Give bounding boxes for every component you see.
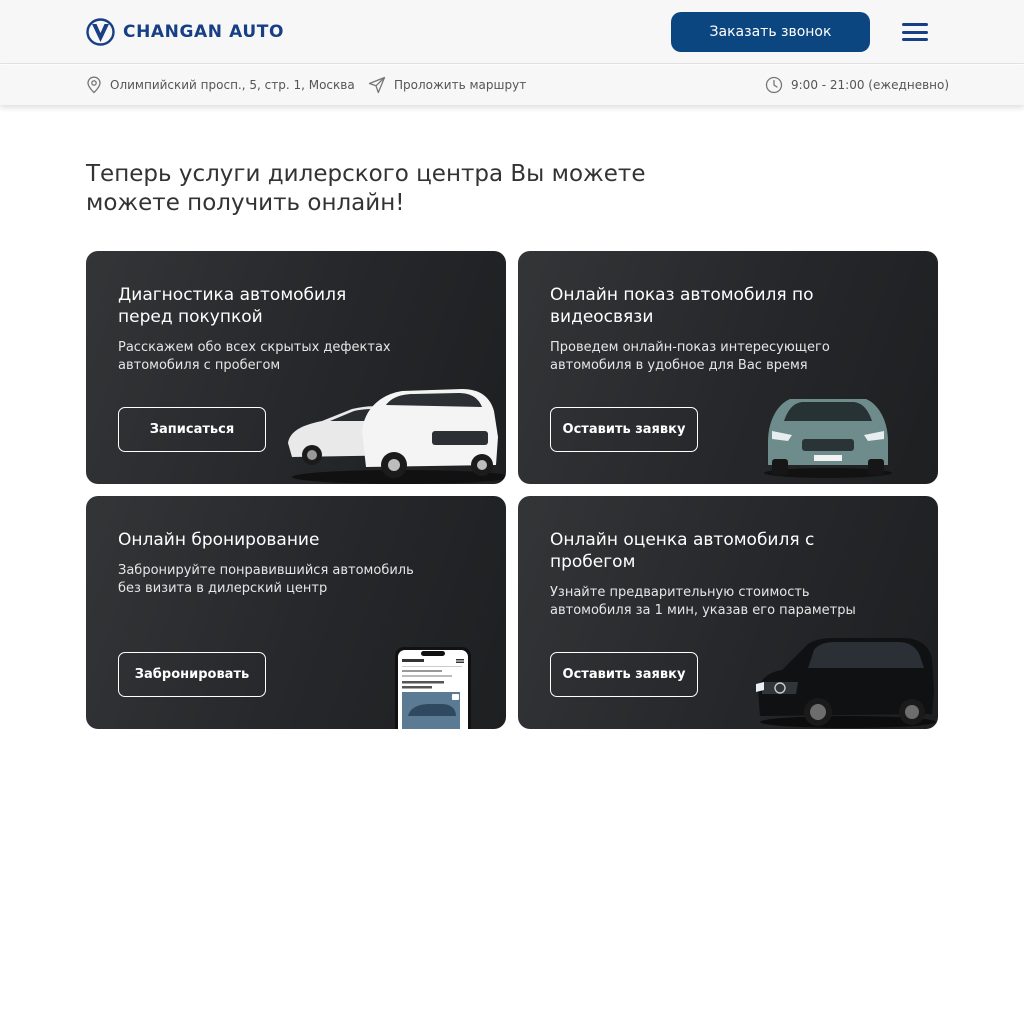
card-title: Онлайн оценка автомобиля с пробегом [550, 529, 850, 573]
hours-text: 9:00 - 21:00 (ежедневно) [791, 78, 950, 92]
contact-bar: Олимпийский просп., 5, стр. 1, Москва Пр… [0, 65, 1024, 105]
card-title: Онлайн показ автомобиля по видеосвязи [550, 284, 850, 328]
clock-icon [765, 76, 783, 94]
card-title-line: перед покупкой [118, 307, 263, 327]
card-desc-line: Расскажем обо всех скрытых дефектах [118, 340, 391, 355]
book-button[interactable]: Забронировать [118, 652, 266, 697]
card-description: Проведем онлайн-показ интересующего авто… [550, 339, 880, 375]
card-title-line: пробегом [550, 552, 636, 572]
route-text[interactable]: Проложить маршрут [394, 78, 526, 92]
service-card-booking: Онлайн бронирование Забронируйте понрави… [86, 496, 506, 729]
changan-emblem-icon [86, 18, 115, 46]
headline-line-2: можете получить онлайн! [86, 190, 405, 216]
page-headline: Теперь услуги дилерского центра Вы может… [86, 160, 686, 218]
card-title-line: видеосвязи [550, 307, 654, 327]
card-title-line: Онлайн бронирование [118, 530, 320, 550]
order-call-button[interactable]: Заказать звонок [671, 12, 870, 52]
card-desc-line: автомобиля с пробегом [118, 358, 281, 373]
card-desc-line: без визита в дилерский центр [118, 581, 328, 596]
card-title-line: Онлайн оценка автомобиля с [550, 530, 815, 550]
card-description: Забронируйте понравившийся автомобиль бе… [118, 562, 448, 598]
leave-request-button[interactable]: Оставить заявку [550, 652, 698, 697]
send-arrow-icon [368, 76, 386, 94]
top-header: CHANGAN AUTO Заказать звонок [0, 0, 1024, 64]
changan-logo[interactable]: CHANGAN AUTO [86, 18, 284, 46]
suv-teal-image [764, 399, 892, 478]
card-desc-line: Забронируйте понравившийся автомобиль [118, 563, 414, 578]
service-card-diagnostics: Диагностика автомобиля перед покупкой Ра… [86, 251, 506, 484]
card-title-line: Онлайн показ автомобиля по [550, 285, 814, 305]
card-title-line: Диагностика автомобиля [118, 285, 347, 305]
card-title: Диагностика автомобиля перед покупкой [118, 284, 418, 328]
leave-request-button[interactable]: Оставить заявку [550, 407, 698, 452]
address-item: Олимпийский просп., 5, стр. 1, Москва [86, 76, 355, 94]
service-card-valuation: Онлайн оценка автомобиля с пробегом Узна… [518, 496, 938, 729]
hours-item: 9:00 - 21:00 (ежедневно) [765, 76, 949, 94]
route-link[interactable]: Проложить маршрут [368, 76, 526, 94]
brand-name: CHANGAN AUTO [123, 22, 285, 42]
card-description: Расскажем обо всех скрытых дефектах авто… [118, 339, 448, 375]
headline-line-1: Теперь услуги дилерского центра Вы может… [86, 161, 646, 187]
address-text: Олимпийский просп., 5, стр. 1, Москва [110, 78, 355, 92]
signup-button[interactable]: Записаться [118, 407, 266, 452]
card-desc-line: Узнайте предварительную стоимость [550, 585, 810, 600]
service-card-video-showing: Онлайн показ автомобиля по видеосвязи Пр… [518, 251, 938, 484]
card-description: Узнайте предварительную стоимость автомо… [550, 584, 880, 620]
card-desc-line: Проведем онлайн-показ интересующего [550, 340, 830, 355]
location-pin-icon [87, 76, 101, 94]
phone-mockup-image [395, 647, 471, 729]
black-suv-image [756, 638, 936, 728]
card-desc-line: автомобиля в удобное для Вас время [550, 358, 808, 373]
card-desc-line: автомобиля за 1 мин, указав его параметр… [550, 603, 856, 618]
two-cars-image [288, 389, 506, 484]
card-title: Онлайн бронирование [118, 529, 418, 551]
hamburger-menu-icon[interactable] [900, 20, 930, 44]
